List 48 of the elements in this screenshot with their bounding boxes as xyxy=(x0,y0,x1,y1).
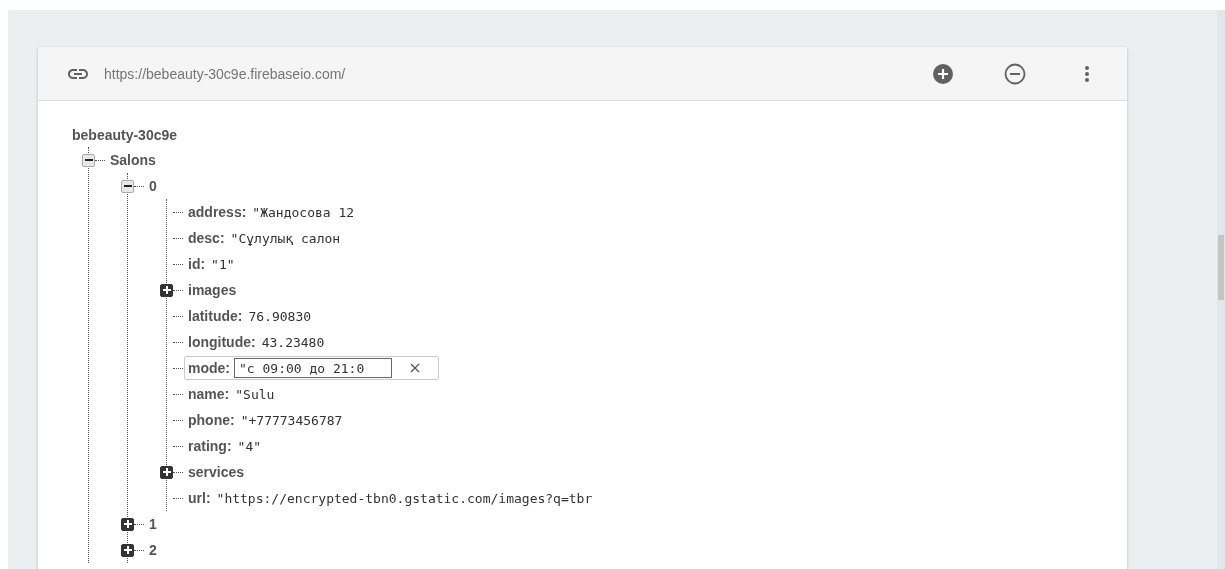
plus-icon xyxy=(162,468,171,476)
minus-icon xyxy=(84,156,93,164)
key-label: rating: xyxy=(188,438,232,454)
root-node-label: bebeauty-30c9e xyxy=(72,126,179,145)
more-vertical-icon xyxy=(1084,64,1090,83)
key-label: mode: xyxy=(188,360,230,376)
value-text: "+77773456787 xyxy=(240,412,343,428)
value-text: "Жандосова 12 xyxy=(252,204,355,220)
collapse-toggle[interactable] xyxy=(82,153,95,167)
value-text: "4" xyxy=(237,438,262,454)
plus-icon xyxy=(123,520,132,528)
key-label: latitude: xyxy=(188,308,243,324)
database-url: https://bebeauty-30c9e.firebaseio.com/ xyxy=(104,65,347,82)
key-label[interactable]: Salons xyxy=(110,152,156,168)
value-text: "1" xyxy=(211,256,235,272)
key-label: phone: xyxy=(188,412,235,428)
key-label[interactable]: services xyxy=(188,464,245,480)
value-text: "Sulu xyxy=(235,386,275,402)
expand-toggle[interactable] xyxy=(160,283,173,297)
expand-toggle[interactable] xyxy=(121,543,134,557)
value-text: 76.90830 xyxy=(248,308,312,324)
value-text: "Сұлулық салон xyxy=(230,230,341,246)
key-label: address: xyxy=(188,204,247,220)
collapse-toggle[interactable] xyxy=(121,179,134,193)
remove-button[interactable] xyxy=(1003,61,1027,86)
key-label: longitude: xyxy=(188,334,256,350)
key-label: name: xyxy=(188,386,230,402)
value-input[interactable]: "с 09:00 до 21:0 xyxy=(234,358,392,378)
plus-icon xyxy=(162,286,171,294)
value-text: 43.23480 xyxy=(261,334,325,350)
plus-circle-icon xyxy=(932,62,954,85)
expand-toggle[interactable] xyxy=(121,517,134,531)
close-icon xyxy=(410,363,420,373)
key-label[interactable]: 2 xyxy=(149,542,157,558)
minus-circle-icon xyxy=(1004,62,1026,85)
value-text: "https://encrypted-tbn0.gstatic.com/images?q=tbr xyxy=(216,490,593,506)
key-label[interactable]: images xyxy=(188,282,237,298)
key-label: url: xyxy=(188,490,211,506)
key-label: id: xyxy=(188,256,206,272)
add-button[interactable] xyxy=(931,61,955,86)
minus-icon xyxy=(123,182,132,190)
scrollbar-thumb[interactable] xyxy=(1218,235,1224,300)
key-label[interactable]: 0 xyxy=(149,178,157,194)
edit-field-box[interactable]: mode: "с 09:00 до 21:0 xyxy=(184,356,439,380)
key-label: desc: xyxy=(188,230,225,246)
plus-icon xyxy=(123,546,132,554)
key-label[interactable]: 1 xyxy=(149,516,157,532)
expand-toggle[interactable] xyxy=(160,465,173,479)
